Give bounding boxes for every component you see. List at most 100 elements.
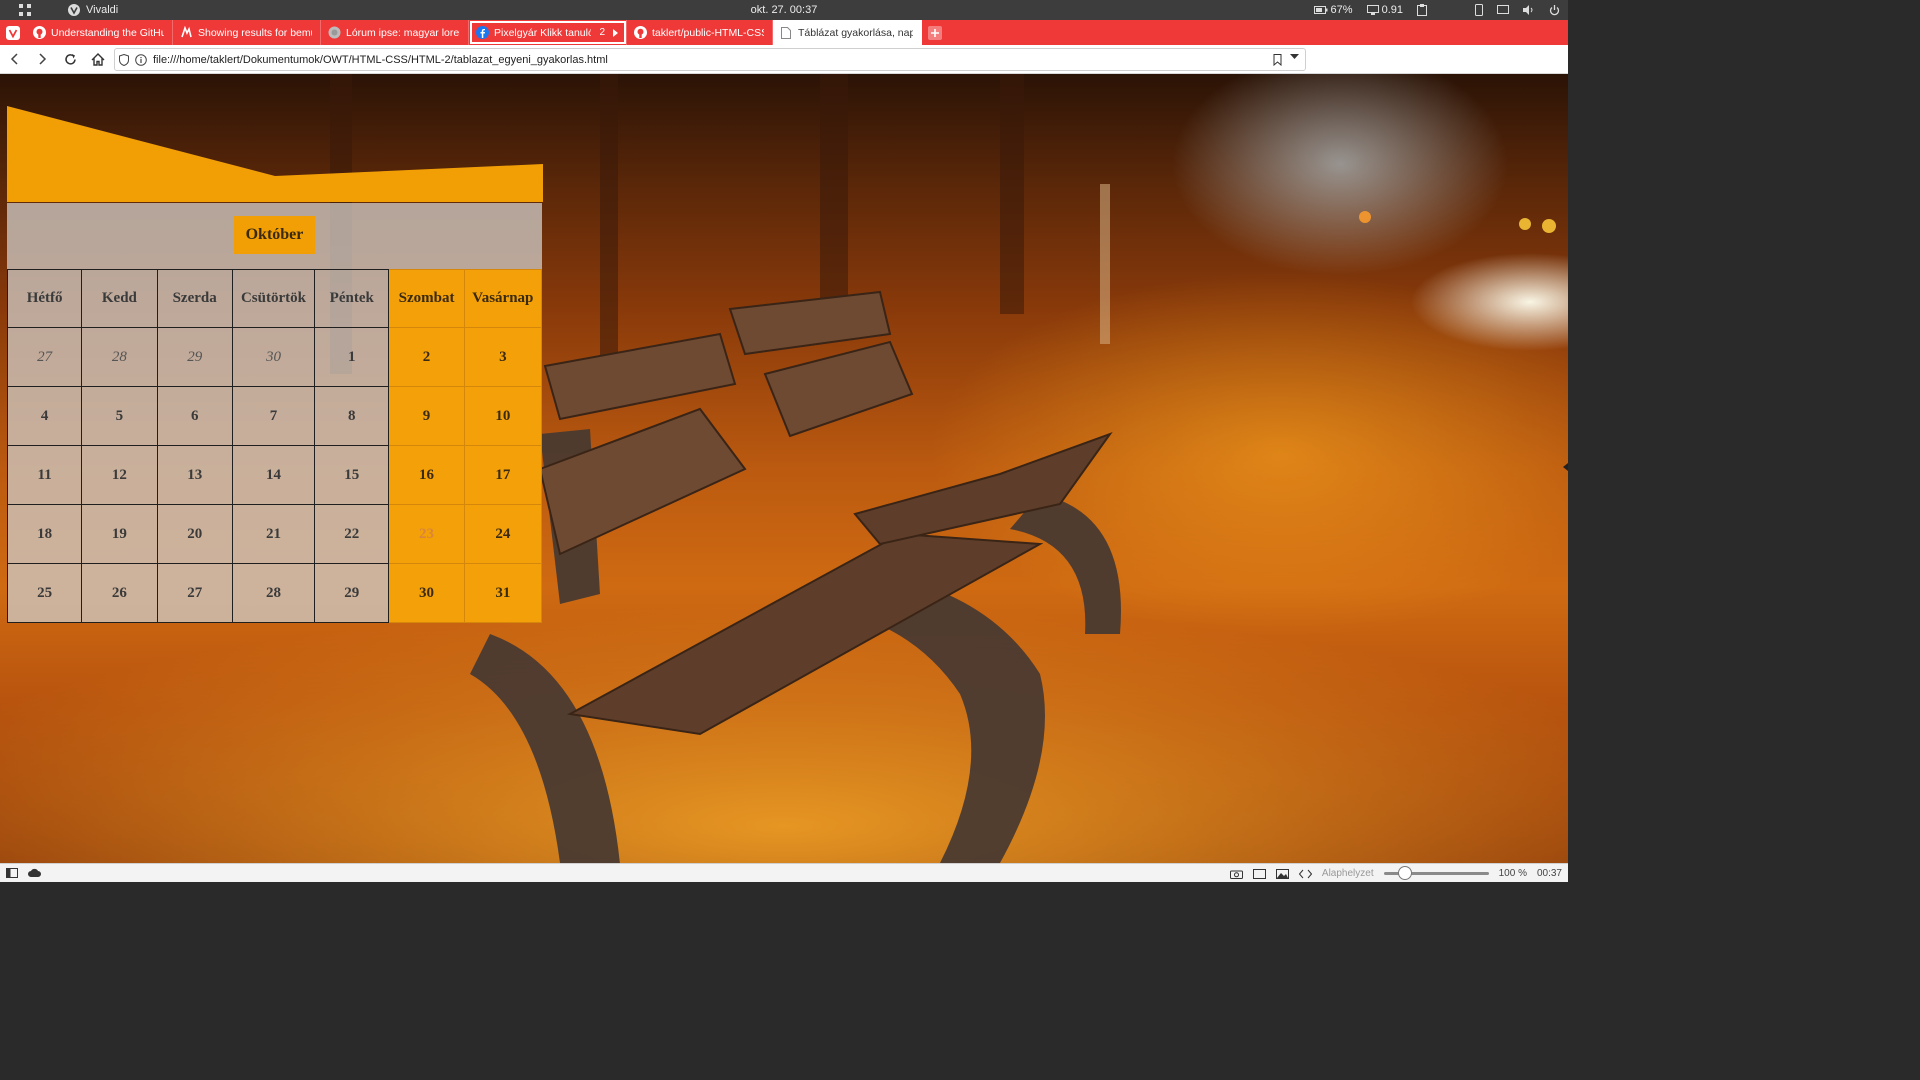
page-viewport: Október Hétfő Kedd Szerda Csütörtök Pént…	[0, 74, 1568, 863]
calendar-day-cell: 7	[231, 386, 316, 446]
cloud-icon[interactable]	[28, 868, 41, 878]
weekday-header-weekend: Szombat	[388, 269, 465, 328]
back-button[interactable]	[0, 53, 28, 65]
new-tab-button[interactable]	[928, 25, 942, 40]
tab-showing-results[interactable]: Showing results for bemuta	[173, 20, 321, 45]
calendar-day-cell-weekend: 30	[388, 563, 465, 623]
calendar-day-cell-weekend: 9	[388, 386, 465, 446]
weekday-header-row: Hétfő Kedd Szerda Csütörtök Péntek Szomb…	[6, 269, 543, 328]
reset-zoom-button[interactable]: Alaphelyzet	[1322, 868, 1374, 879]
calendar-day-cell-weekend: 2	[388, 327, 465, 387]
reload-button[interactable]	[56, 53, 84, 66]
github-icon	[633, 26, 647, 40]
calendar-day-cell: 15	[314, 445, 390, 505]
calendar-day-cell-weekend: 16	[388, 445, 465, 505]
calendar-day-cell: 1	[314, 327, 390, 387]
calendar-week-row: 25 26 27 28 29 30 31	[6, 563, 543, 623]
system-load-indicator[interactable]: 0.91	[1366, 4, 1403, 16]
calendar-day-cell: 20	[156, 504, 233, 564]
calendar-day-cell-prev-month: 28	[81, 327, 158, 387]
tab-title: Understanding the GitHub f	[51, 26, 164, 39]
calendar-day-cell: 19	[81, 504, 158, 564]
calendar-day-cell-weekend: 17	[463, 445, 543, 505]
site-info-icon[interactable]	[135, 53, 147, 66]
vivaldi-menu-button[interactable]	[0, 20, 26, 45]
side-panel-toggle[interactable]	[1563, 460, 1568, 474]
address-toolbar: file:///home/taklert/Dokumentumok/OWT/HT…	[0, 45, 1568, 114]
home-button[interactable]	[84, 52, 112, 66]
weekday-header: Péntek	[314, 269, 390, 328]
calendar-day-cell: 11	[6, 445, 83, 505]
calendar-day-cell-prev-month: 29	[156, 327, 233, 387]
status-clock: 00:37	[1536, 868, 1562, 879]
calendar-day-cell: 26	[81, 563, 158, 623]
calendar-day-cell: 29	[314, 563, 390, 623]
decorative-banner-shape	[7, 106, 543, 202]
calendar-day-cell: 13	[156, 445, 233, 505]
dropdown-chevron-icon[interactable]	[1290, 53, 1299, 66]
window-icon[interactable]	[1252, 868, 1266, 879]
battery-indicator[interactable]: 67%	[1313, 4, 1353, 16]
facebook-icon	[475, 26, 489, 40]
code-icon[interactable]	[1298, 869, 1312, 879]
month-title: Október	[233, 216, 316, 254]
calendar-day-cell: 27	[156, 563, 233, 623]
weekday-header-weekend: Vasárnap	[463, 269, 543, 328]
phone-icon[interactable]	[1475, 4, 1483, 16]
battery-percent: 67%	[1330, 4, 1353, 16]
calendar-caption: Október	[7, 203, 542, 269]
tab-title: Lórum ipse: magyar lorem i	[346, 26, 460, 39]
calendar-day-cell-prev-month: 30	[231, 327, 316, 387]
volume-icon[interactable]	[1523, 5, 1535, 15]
zoom-slider[interactable]	[1383, 866, 1489, 880]
calendar-day-cell: 25	[6, 563, 83, 623]
calendar-day-cell: 4	[6, 386, 83, 446]
vivaldi-logo-icon	[68, 4, 80, 16]
forward-button[interactable]	[28, 53, 56, 65]
calendar-week-row: 11 12 13 14 15 16 17	[6, 445, 543, 505]
calendar-day-cell-weekend: 31	[463, 563, 543, 623]
calendar-day-cell: 21	[231, 504, 316, 564]
tab-tablazat-active[interactable]: Táblázat gyakorlása, naptá	[773, 20, 922, 45]
panel-toggle-icon[interactable]	[6, 868, 18, 878]
bookmark-icon[interactable]	[1273, 53, 1282, 66]
app-name: Vivaldi	[86, 4, 119, 16]
tab-bar: Understanding the GitHub f Showing resul…	[0, 20, 1568, 59]
tab-lorum-ipse[interactable]: Lórum ipse: magyar lorem i	[321, 20, 469, 45]
tab-title: Pixelgyár Klikk tanulói	[494, 26, 592, 39]
tab-taklert-repo[interactable]: taklert/public-HTML-CSS: I	[627, 20, 773, 45]
hotjar-icon	[179, 26, 193, 40]
app-grid-icon[interactable]	[18, 3, 32, 17]
clipboard-icon[interactable]	[1417, 4, 1427, 16]
calendar-day-cell: 14	[231, 445, 316, 505]
calendar-week-row: 18 19 20 21 22 23 24	[6, 504, 543, 564]
url-text: file:///home/taklert/Dokumentumok/OWT/HT…	[153, 53, 608, 66]
globe-icon	[327, 26, 341, 40]
zoom-level: 100 %	[1498, 868, 1527, 879]
image-icon[interactable]	[1275, 868, 1289, 879]
tab-title: Táblázat gyakorlása, naptá	[798, 26, 913, 39]
calendar-day-cell: 6	[156, 386, 233, 446]
calendar-week-row: 27 28 29 30 1 2 3	[6, 327, 543, 387]
tab-github-understanding[interactable]: Understanding the GitHub f	[26, 20, 173, 45]
tab-pixelgyar[interactable]: Pixelgyár Klikk tanulói 2	[469, 20, 627, 45]
calendar-table: Október Hétfő Kedd Szerda Csütörtök Pént…	[6, 203, 543, 623]
calendar-day-cell-weekend: 3	[463, 327, 543, 387]
camera-icon[interactable]	[1229, 869, 1243, 879]
calendar-day-cell: 8	[314, 386, 390, 446]
tab-stack-arrow-icon[interactable]	[613, 28, 618, 37]
calendar-day-cell: 28	[231, 563, 316, 623]
github-icon	[32, 26, 46, 40]
zoom-slider-knob[interactable]	[1397, 866, 1412, 880]
weekday-header: Kedd	[81, 269, 158, 328]
shield-icon[interactable]	[119, 53, 129, 66]
calendar-day-cell-prev-month: 27	[6, 327, 83, 387]
calendar-day-cell: 22	[314, 504, 390, 564]
address-field[interactable]: file:///home/taklert/Dokumentumok/OWT/HT…	[114, 48, 1306, 71]
calendar-day-cell: 12	[81, 445, 158, 505]
page-icon	[779, 26, 793, 40]
display-icon[interactable]	[1497, 5, 1509, 15]
calendar-day-cell: 5	[81, 386, 158, 446]
power-icon[interactable]	[1549, 4, 1560, 16]
calendar-day-cell-holiday: 23	[388, 504, 465, 564]
